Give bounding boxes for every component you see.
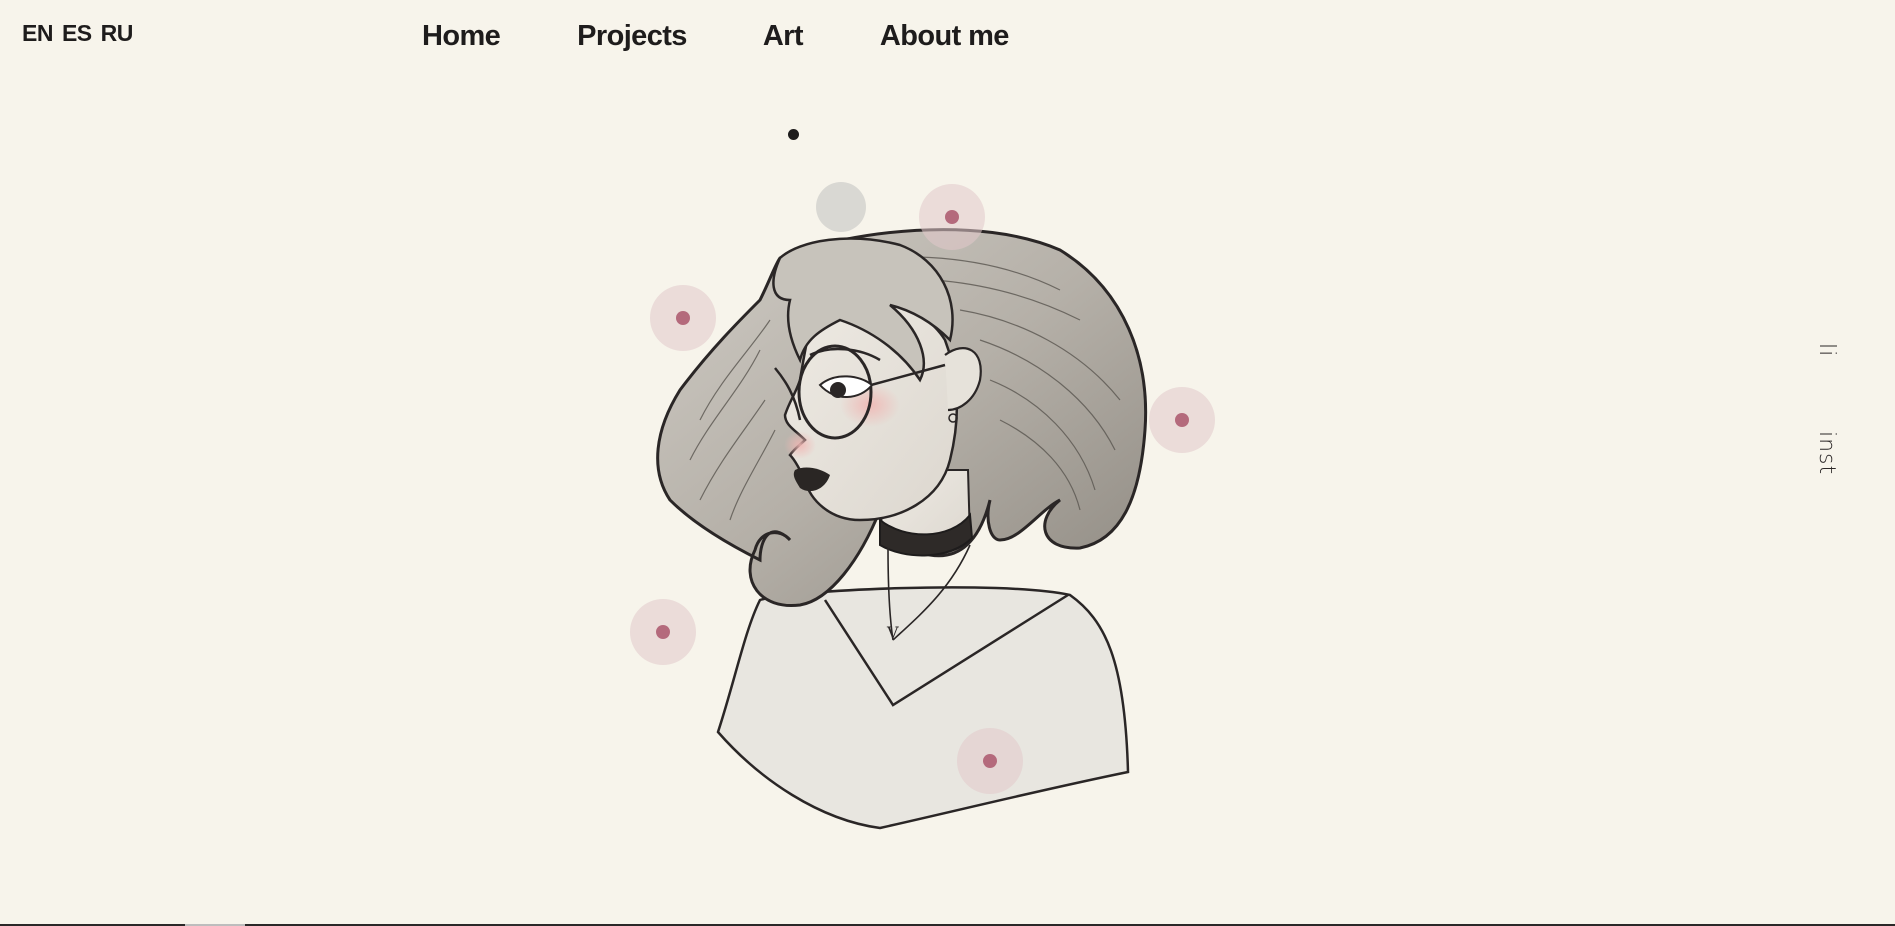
shirt — [716, 586, 1130, 830]
portrait-illustration: V — [656, 228, 1148, 830]
hotspot-core — [1175, 413, 1189, 427]
hotspot-left-upper[interactable] — [650, 285, 716, 351]
hotspot-right[interactable] — [1149, 387, 1215, 453]
hotspot-core — [983, 754, 997, 768]
hotspot-top[interactable] — [919, 184, 985, 250]
hotspot-core — [676, 311, 690, 325]
hotspot-bottom[interactable] — [957, 728, 1023, 794]
cursor-dot — [788, 129, 799, 140]
hero-illustration-area: V — [0, 0, 1895, 926]
cursor-bubble — [816, 182, 866, 232]
hotspot-core — [945, 210, 959, 224]
hotspot-left-lower[interactable] — [630, 599, 696, 665]
blush-nose — [784, 431, 816, 459]
iris — [830, 382, 846, 398]
pendant: V — [886, 623, 899, 642]
hotspot-core — [656, 625, 670, 639]
